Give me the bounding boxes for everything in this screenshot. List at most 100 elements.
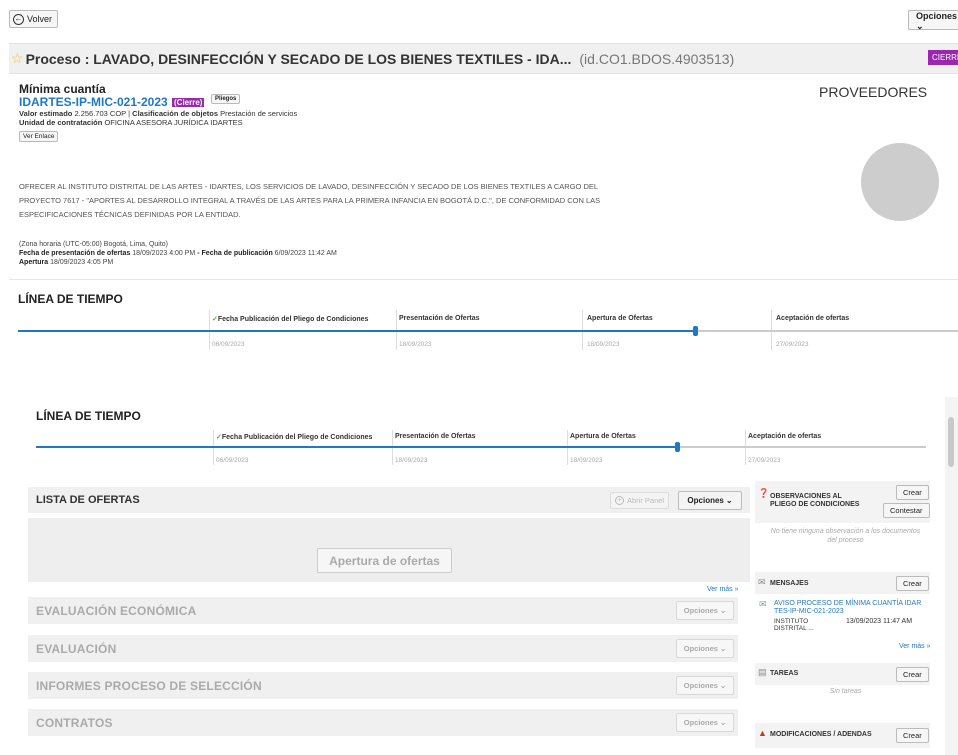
mensaje-from-line-1: INSTITUTO (774, 618, 809, 625)
timeline-step-label: Aceptación de ofertas (776, 315, 850, 322)
observaciones-empty-line-1: No tiene ninguna observación a los docum… (770, 528, 921, 535)
observaciones-card: ❓ OBSERVACIONES AL PLIEGO DE CONDICIONES… (755, 481, 930, 523)
mensaje-subject-link[interactable]: AVISO PROCESO DE MÍNIMA CUANTÍA IDAR TES… (774, 600, 921, 616)
back-button[interactable]: ← Volver (9, 10, 59, 28)
chevron-down-icon: ⌄ (719, 718, 727, 727)
valor-value: 2.256.703 COP (74, 109, 127, 118)
tareas-title: TAREAS (770, 670, 799, 677)
dates-separator: - (197, 250, 200, 257)
timeline-remaining (694, 330, 958, 332)
scrollbar[interactable] (945, 397, 958, 755)
chevron-down-icon: ⌄ (916, 21, 924, 31)
crear-tarea-button[interactable]: Crear (896, 667, 929, 682)
timeline-marker (692, 326, 698, 336)
section-title: INFORMES PROCESO DE SELECCIÓN (36, 678, 262, 693)
timeline-step-date: 18/09/2023 (570, 457, 603, 464)
clipboard-icon: ▤ (758, 667, 767, 677)
timeline-step-label: ✓Fecha Publicación del Pliego de Condici… (216, 433, 372, 441)
envelope-icon: ✉ (759, 599, 767, 609)
timeline-step-label-text: Fecha Publicación del Pliego de Condicio… (217, 316, 369, 323)
apertura-ofertas-button[interactable]: Apertura de ofertas (317, 548, 452, 573)
apertura-label: Apertura (19, 259, 49, 266)
timeline-step-label: Aceptación de ofertas (748, 433, 822, 440)
process-header: ☆ Proceso : LAVADO, DESINFECCIÓN Y SECAD… (9, 43, 958, 74)
crear-modificacion-button[interactable]: Crear (896, 728, 929, 743)
top-options-label: Opciones (916, 11, 958, 21)
apertura-value: 18/09/2023 4:05 PM (50, 259, 114, 266)
observaciones-title-line-2: PLIEGO DE CONDICIONES (770, 501, 860, 508)
process-id: (id.CO1.BDOS.4903513) (579, 50, 735, 67)
section-evaluacion-economica[interactable]: EVALUACIÓN ECONÓMICA Opciones ⌄ (28, 597, 738, 624)
section-informes[interactable]: INFORMES PROCESO DE SELECCIÓN Opciones ⌄ (28, 672, 738, 699)
modificaciones-card: ▲ MODIFICACIONES / ADENDAS Crear (755, 723, 930, 748)
publicacion-value: 6/09/2023 11:42 AM (274, 250, 337, 257)
publicacion-label: Fecha de publicación (201, 250, 273, 257)
unidad-line: Unidad de contratación OFICINA ASESORA J… (19, 118, 243, 127)
section-options-label: Opciones (683, 644, 718, 653)
timeline-step-date: 27/09/2023 (776, 341, 809, 348)
valor-label: Valor estimado (19, 109, 73, 118)
chevron-down-icon: ⌄ (725, 496, 733, 505)
mensajes-card: ✉ MENSAJES Crear (755, 572, 930, 594)
timeline-step-label: Presentación de Ofertas (395, 433, 476, 440)
timeline-progress (36, 446, 677, 448)
process-description: OFRECER AL INSTITUTO DISTRITAL DE LAS AR… (19, 180, 719, 222)
ofertas-options-label: Opciones (687, 496, 724, 505)
top-options-button[interactable]: Opciones ⌄ (908, 10, 958, 31)
ver-enlace-button[interactable]: Ver Enlace (19, 131, 59, 142)
timeline-step-label-text: Fecha Publicación del Pliego de Condicio… (221, 434, 373, 441)
star-icon[interactable]: ☆ (11, 50, 24, 67)
mensaje-subject-line-2: TES-IP-MIC-021-2023 (774, 608, 844, 615)
mensaje-from-line-2: DISTRITAL ... (774, 625, 814, 632)
timeline-step-date: 06/09/2023 (216, 457, 249, 464)
mensaje-date: 13/09/2023 11:47 AM (846, 618, 913, 625)
tareas-empty: Sin tareas (829, 688, 862, 695)
section-options-button[interactable]: Opciones ⌄ (676, 601, 734, 620)
timeline-step-label: Presentación de Ofertas (399, 315, 480, 322)
envelope-icon: ✉ (758, 577, 766, 587)
section-options-label: Opciones (683, 606, 718, 615)
timeline-step-date: 27/09/2023 (748, 457, 781, 464)
crear-observacion-button[interactable]: Crear (896, 485, 929, 500)
chevron-down-icon: ⌄ (719, 681, 727, 690)
observaciones-empty-line-2: del proceso (827, 537, 864, 544)
scrollbar-thumb[interactable] (948, 417, 954, 467)
process-title: Proceso : LAVADO, DESINFECCIÓN Y SECADO … (25, 50, 572, 67)
question-circle-icon: ❓ (758, 488, 770, 498)
section-contratos[interactable]: CONTRATOS Opciones ⌄ (28, 709, 738, 736)
timeline-step-date: 18/09/2023 (395, 457, 428, 464)
crear-mensaje-button[interactable]: Crear (896, 576, 929, 591)
timezone: (Zona horaria (UTC-05:00) Bogotá, Lima, … (19, 241, 169, 248)
ofertas-options-button[interactable]: Opciones ⌄ (678, 491, 742, 510)
timeline-step-label: Apertura de Ofertas (587, 315, 653, 322)
mensaje-subject-line-1: AVISO PROCESO DE MÍNIMA CUANTÍA IDAR (774, 600, 922, 607)
section-options-button[interactable]: Opciones ⌄ (676, 676, 734, 695)
timeline-title: LÍNEA DE TIEMPO (36, 409, 141, 423)
unidad-label: Unidad de contratación (19, 118, 103, 127)
timeline-step-label: ✓Fecha Publicación del Pliego de Condici… (212, 315, 368, 323)
presentacion-label: Fecha de presentación de ofertas (19, 250, 131, 257)
process-info: Mínima cuantía IDARTES-IP-MIC-021-2023 (… (9, 77, 958, 280)
plus-circle-icon: + (615, 496, 624, 505)
timeline-remaining (676, 446, 926, 448)
observaciones-title: OBSERVACIONES AL PLIEGO DE CONDICIONES (770, 493, 859, 509)
section-title: EVALUACIÓN (36, 641, 117, 656)
ofertas-header: LISTA DE OFERTAS + Abrir Panel Opciones ⌄ (28, 487, 750, 513)
section-options-button[interactable]: Opciones ⌄ (676, 713, 734, 732)
timeline-step-date: 18/09/2023 (587, 341, 620, 348)
clasificacion-label: Clasificación de objetos (132, 109, 219, 118)
observaciones-empty: No tiene ninguna observación a los docum… (758, 527, 933, 545)
mensajes-ver-mas-link[interactable]: Ver más » (899, 643, 931, 651)
tareas-card: ▤ TAREAS Crear (755, 663, 930, 685)
section-options-button[interactable]: Opciones ⌄ (676, 639, 734, 658)
valor-line: Valor estimado 2.256.703 COP | Clasifica… (19, 109, 298, 118)
pliegos-button[interactable]: Pliegos (211, 94, 241, 104)
contestar-button[interactable]: Contestar (883, 503, 930, 518)
section-title: EVALUACIÓN ECONÓMICA (36, 603, 197, 618)
ofertas-title: LISTA DE OFERTAS (36, 494, 140, 506)
back-button-label: Volver (27, 14, 53, 24)
ver-mas-link[interactable]: Ver más » (707, 586, 739, 593)
description-line-3: ESPECIFICACIONES TÉCNICAS DEFINIDAS POR … (19, 210, 241, 219)
section-evaluacion[interactable]: EVALUACIÓN Opciones ⌄ (28, 635, 738, 662)
abrir-panel-button[interactable]: + Abrir Panel (610, 492, 670, 509)
